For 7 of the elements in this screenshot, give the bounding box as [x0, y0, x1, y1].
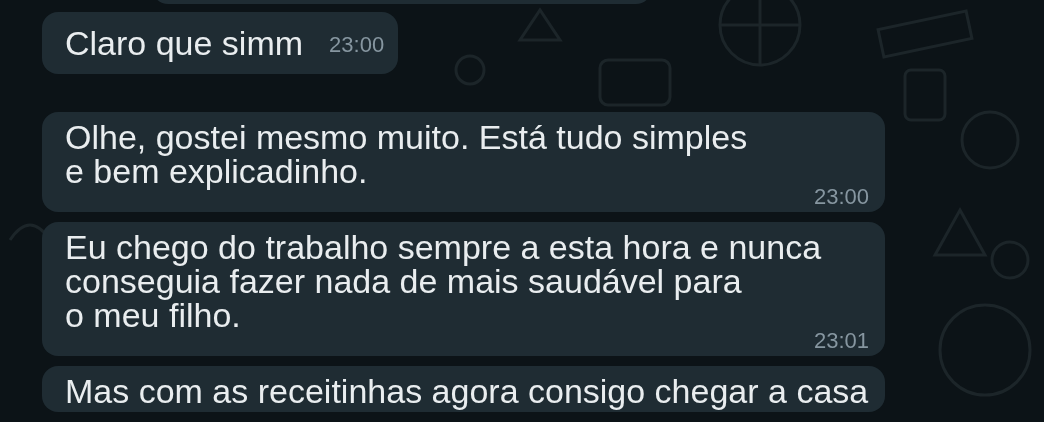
message-time: 23:01	[813, 330, 869, 352]
message-text: Olhe, gostei mesmo muito. Está tudo simples e bem explicadinho.	[65, 120, 748, 188]
message-time: 23:00	[813, 186, 869, 208]
message-time: 23:00	[329, 32, 385, 57]
message-text: Mas com as receitinhas agora consigo chegar a casa	[65, 374, 869, 408]
message-text: Claro que simm	[65, 26, 304, 60]
message-text: Eu chego do trabalho sempre a esta hora e nunca conseguia fazer nada de mais saudável para o meu filho.	[65, 230, 822, 332]
